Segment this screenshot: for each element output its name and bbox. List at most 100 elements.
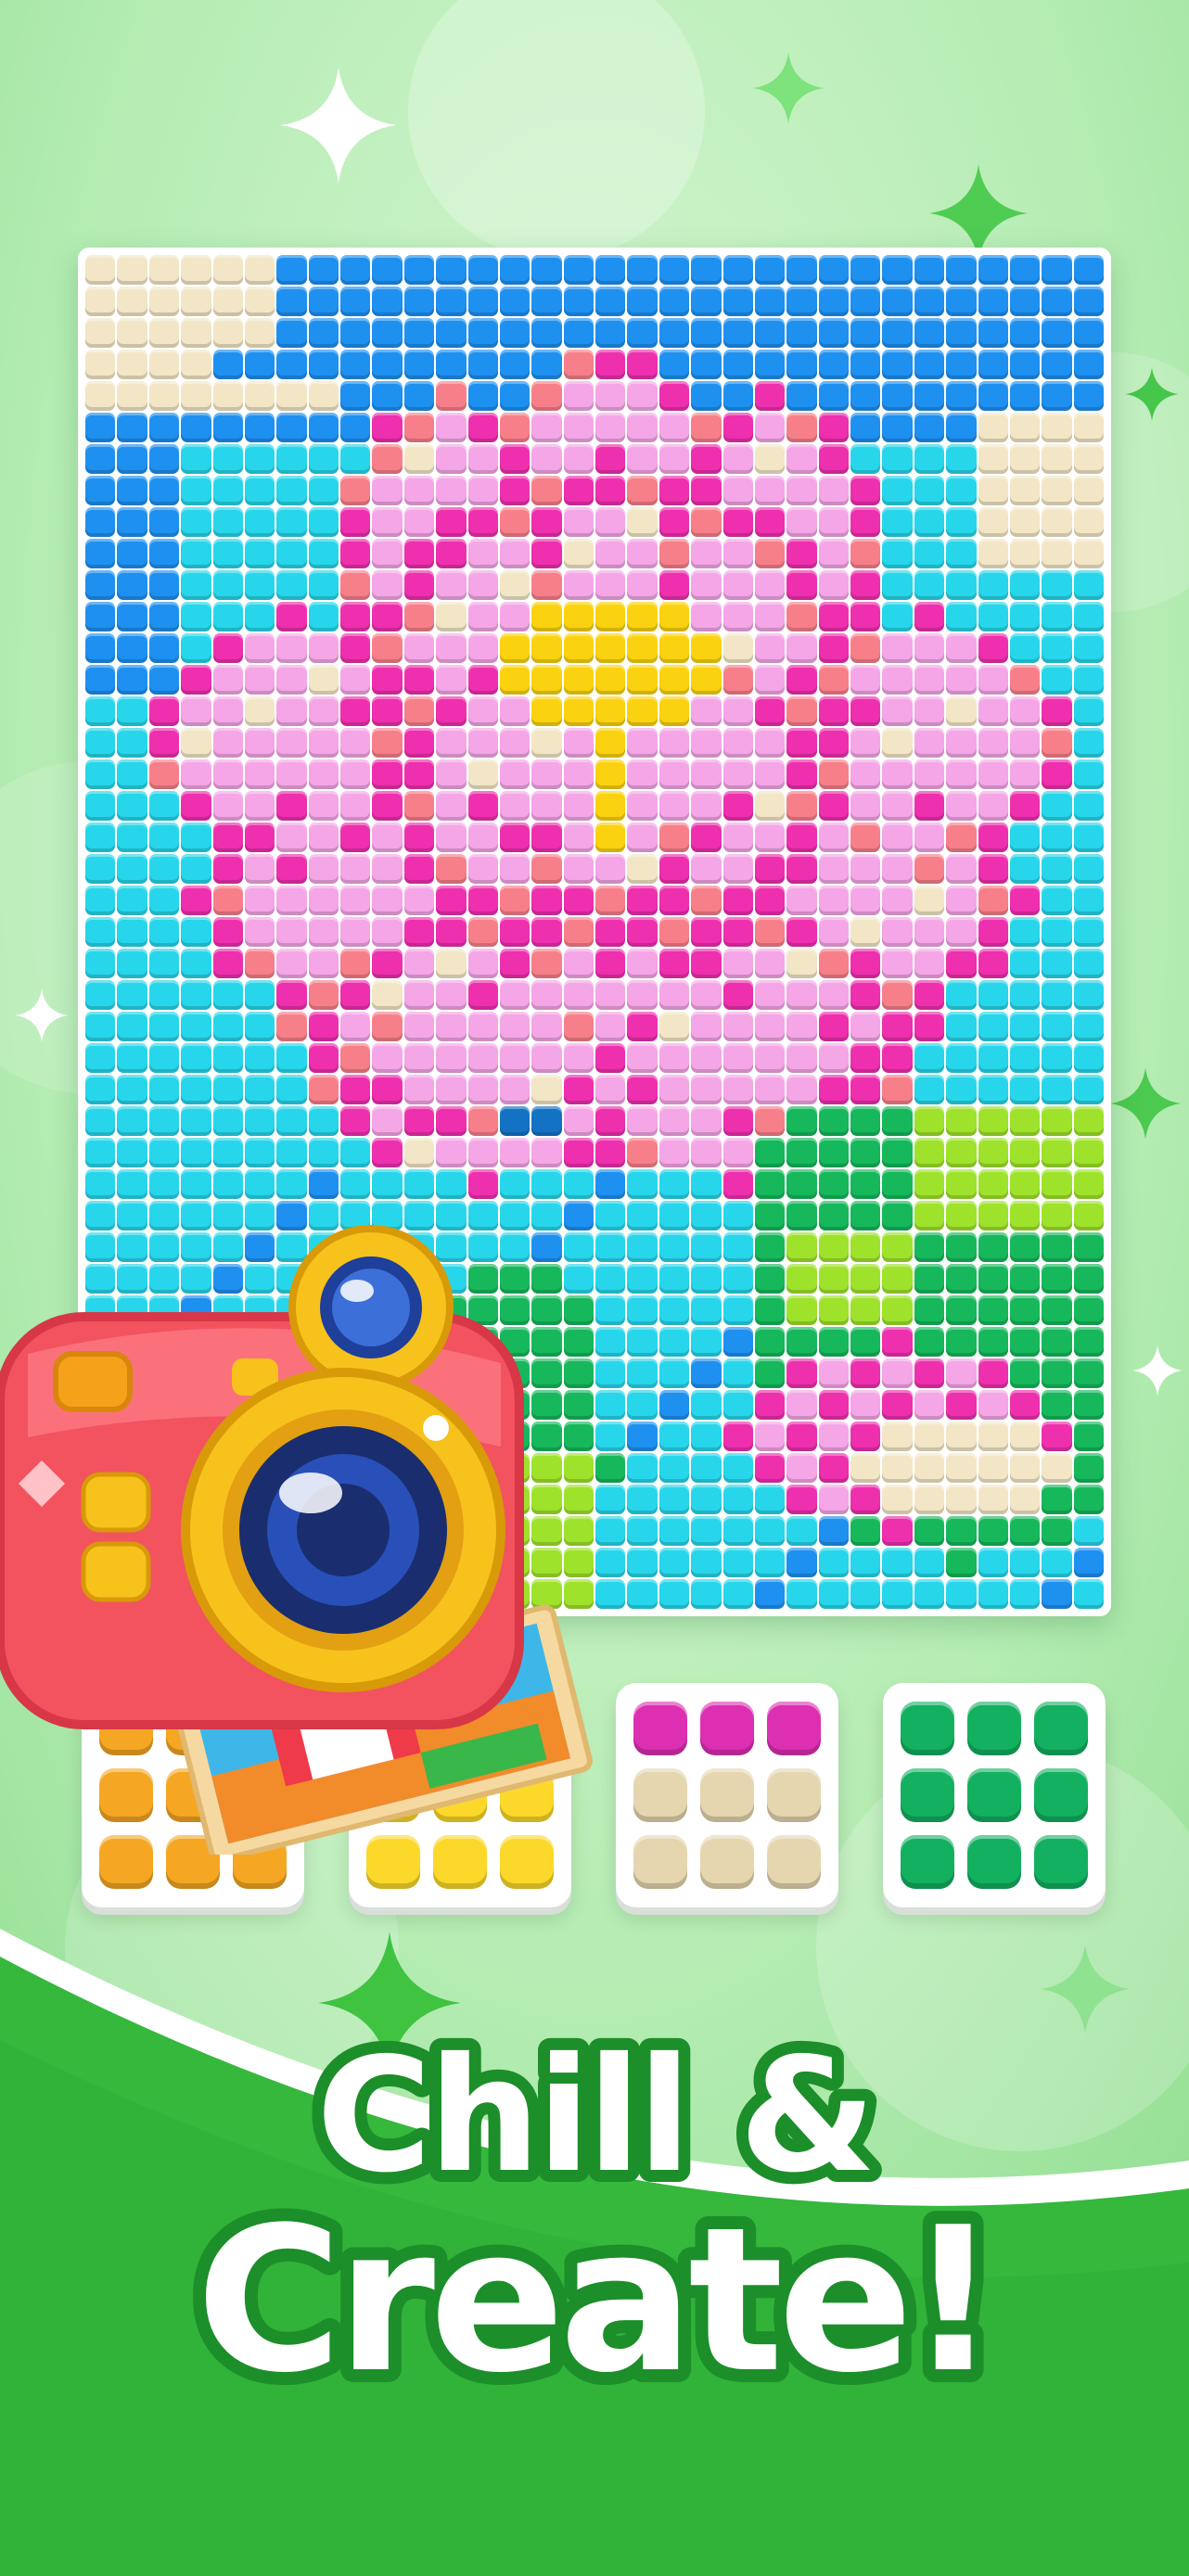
bead-cell[interactable] [148,886,180,915]
bead-cell[interactable] [754,1390,786,1420]
bead-cell[interactable] [850,381,881,411]
bead-cell[interactable] [467,759,498,789]
bead-cell[interactable] [212,476,243,505]
bead-cell[interactable] [1042,665,1072,695]
bead-cell[interactable] [244,287,275,316]
bead-cell[interactable] [722,1169,753,1199]
bead-cell[interactable] [1073,633,1104,663]
bead-cell[interactable] [658,917,690,947]
bead-cell[interactable] [882,287,913,316]
bead-cell[interactable] [595,1422,626,1451]
bead-cell[interactable] [818,1516,849,1546]
bead-cell[interactable] [1073,1579,1104,1609]
bead-cell[interactable] [181,1012,211,1041]
bead-cell[interactable] [722,665,753,695]
bead-cell[interactable] [691,350,722,379]
bead-cell[interactable] [754,791,786,821]
bead-cell[interactable] [818,949,849,978]
bead-cell[interactable] [818,507,849,537]
bead-cell[interactable] [722,1548,753,1577]
bead-cell[interactable] [691,1075,722,1104]
bead-cell[interactable] [754,665,786,695]
bead-cell[interactable] [627,1579,658,1609]
bead-cell[interactable] [117,1075,147,1104]
bead-cell[interactable] [467,917,498,947]
bead-cell[interactable] [882,255,913,285]
bead-cell[interactable] [531,1075,562,1104]
bead-cell[interactable] [1042,1548,1072,1577]
bead-cell[interactable] [722,1390,753,1420]
bead-cell[interactable] [914,444,945,474]
bead-cell[interactable] [658,318,690,348]
bead-cell[interactable] [818,1075,849,1104]
bead-cell[interactable] [436,1138,467,1167]
bead-cell[interactable] [308,1138,339,1167]
bead-cell[interactable] [946,791,977,821]
bead-cell[interactable] [595,1453,626,1483]
bead-cell[interactable] [914,1358,945,1388]
bead-cell[interactable] [563,759,594,789]
bead-cell[interactable] [850,507,881,537]
bead-cell[interactable] [531,886,562,915]
bead-cell[interactable] [244,949,275,978]
bead-cell[interactable] [436,728,467,758]
bead-cell[interactable] [595,350,626,379]
bead-cell[interactable] [403,633,435,663]
bead-cell[interactable] [595,1043,626,1073]
bead-cell[interactable] [595,633,626,663]
bead-cell[interactable] [1073,1075,1104,1104]
bead-cell[interactable] [85,413,116,442]
bead-cell[interactable] [531,980,562,1010]
bead-cell[interactable] [276,696,307,726]
bead-cell[interactable] [372,980,403,1010]
bead-cell[interactable] [499,413,531,442]
bead-cell[interactable] [148,1138,180,1167]
bead-cell[interactable] [818,980,849,1010]
bead-cell[interactable] [85,602,116,631]
bead-cell[interactable] [85,1043,116,1073]
bead-cell[interactable] [85,1012,116,1041]
bead-cell[interactable] [1073,949,1104,978]
bead-cell[interactable] [403,381,435,411]
bead-cell[interactable] [786,1264,817,1294]
bead-cell[interactable] [308,823,339,852]
bead-cell[interactable] [595,318,626,348]
bead-cell[interactable] [308,1012,339,1041]
bead-cell[interactable] [914,539,945,568]
bead-cell[interactable] [722,980,753,1010]
bead-cell[interactable] [1009,791,1041,821]
bead-cell[interactable] [340,318,371,348]
bead-cell[interactable] [1009,570,1041,600]
bead-cell[interactable] [691,917,722,947]
bead-cell[interactable] [691,570,722,600]
bead-cell[interactable] [786,759,817,789]
bead-cell[interactable] [722,917,753,947]
bead-cell[interactable] [563,318,594,348]
bead-cell[interactable] [403,350,435,379]
bead-cell[interactable] [946,1422,977,1451]
bead-cell[interactable] [882,665,913,695]
bead-cell[interactable] [531,696,562,726]
bead-cell[interactable] [212,886,243,915]
bead-cell[interactable] [946,1201,977,1231]
bead-cell[interactable] [946,1453,977,1483]
bead-cell[interactable] [818,1579,849,1609]
palette-bead[interactable] [901,1702,954,1755]
bead-cell[interactable] [563,413,594,442]
bead-cell[interactable] [467,949,498,978]
bead-cell[interactable] [563,1043,594,1073]
bead-cell[interactable] [658,823,690,852]
palette-bead[interactable] [767,1702,821,1755]
bead-cell[interactable] [691,287,722,316]
bead-cell[interactable] [818,350,849,379]
bead-cell[interactable] [1009,350,1041,379]
bead-cell[interactable] [818,1232,849,1262]
bead-cell[interactable] [627,1012,658,1041]
bead-cell[interactable] [1073,696,1104,726]
bead-cell[interactable] [882,1169,913,1199]
bead-cell[interactable] [181,665,211,695]
bead-cell[interactable] [658,1201,690,1231]
bead-cell[interactable] [340,791,371,821]
bead-cell[interactable] [914,1169,945,1199]
bead-cell[interactable] [882,886,913,915]
